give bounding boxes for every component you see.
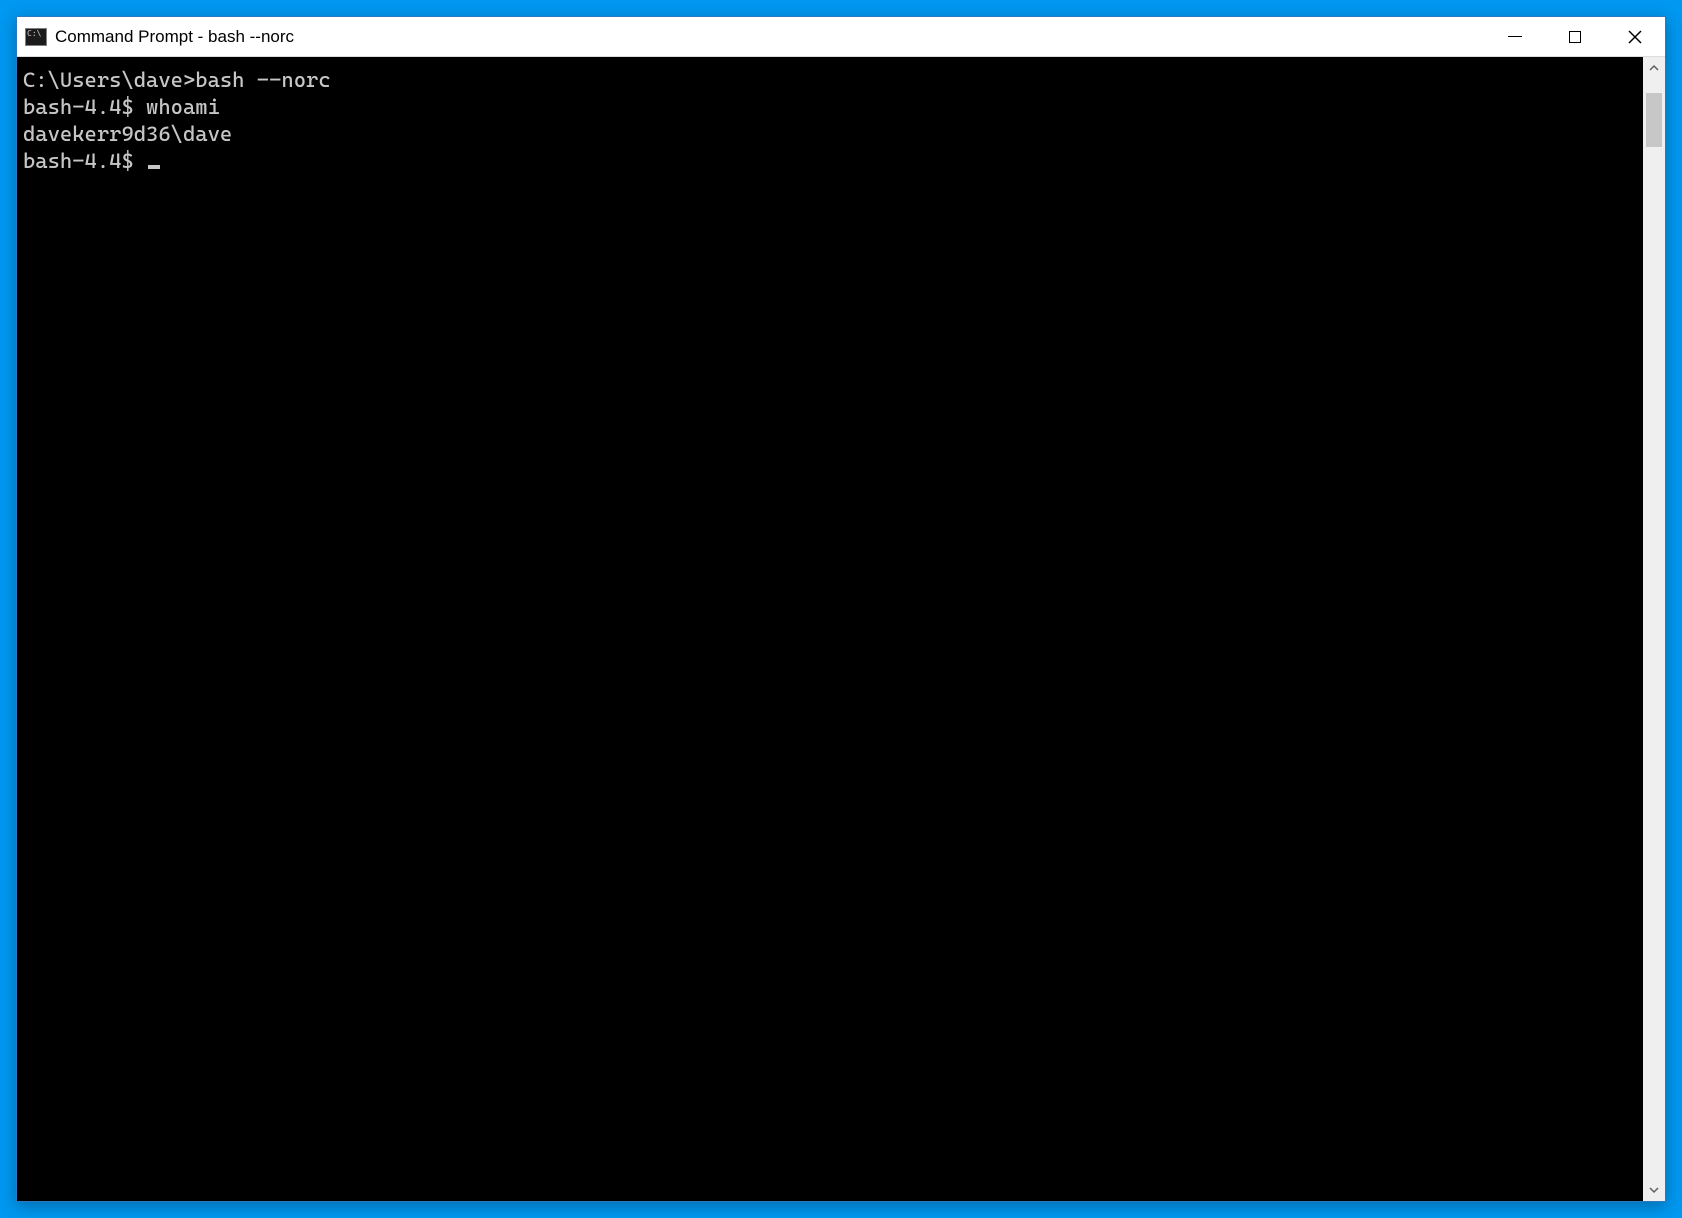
chevron-up-icon — [1649, 63, 1659, 73]
scroll-track[interactable] — [1643, 79, 1665, 1179]
terminal-output[interactable]: C:\Users\dave>bash --norcbash-4.4$ whoam… — [17, 57, 1643, 1201]
scroll-down-button[interactable] — [1643, 1179, 1665, 1201]
window-controls — [1485, 17, 1665, 56]
vertical-scrollbar[interactable] — [1643, 57, 1665, 1201]
terminal-line: bash-4.4$ whoami — [23, 94, 1637, 121]
titlebar[interactable]: Command Prompt - bash --norc — [17, 17, 1665, 57]
close-icon — [1628, 30, 1642, 44]
minimize-button[interactable] — [1485, 17, 1545, 56]
maximize-button[interactable] — [1545, 17, 1605, 56]
terminal-line: bash-4.4$ — [23, 148, 1637, 175]
app-window: Command Prompt - bash --norc C:\Users\da… — [16, 16, 1666, 1202]
minimize-icon — [1508, 36, 1522, 38]
close-button[interactable] — [1605, 17, 1665, 56]
title-left: Command Prompt - bash --norc — [17, 27, 1485, 47]
chevron-down-icon — [1649, 1185, 1659, 1195]
terminal-cursor — [148, 165, 160, 169]
terminal-line: C:\Users\dave>bash --norc — [23, 67, 1637, 94]
terminal-line: davekerr9d36\dave — [23, 121, 1637, 148]
scroll-up-button[interactable] — [1643, 57, 1665, 79]
scroll-thumb[interactable] — [1646, 93, 1662, 147]
maximize-icon — [1569, 31, 1581, 43]
window-title: Command Prompt - bash --norc — [55, 27, 294, 47]
client-area: C:\Users\dave>bash --norcbash-4.4$ whoam… — [17, 57, 1665, 1201]
cmd-icon — [25, 28, 47, 46]
